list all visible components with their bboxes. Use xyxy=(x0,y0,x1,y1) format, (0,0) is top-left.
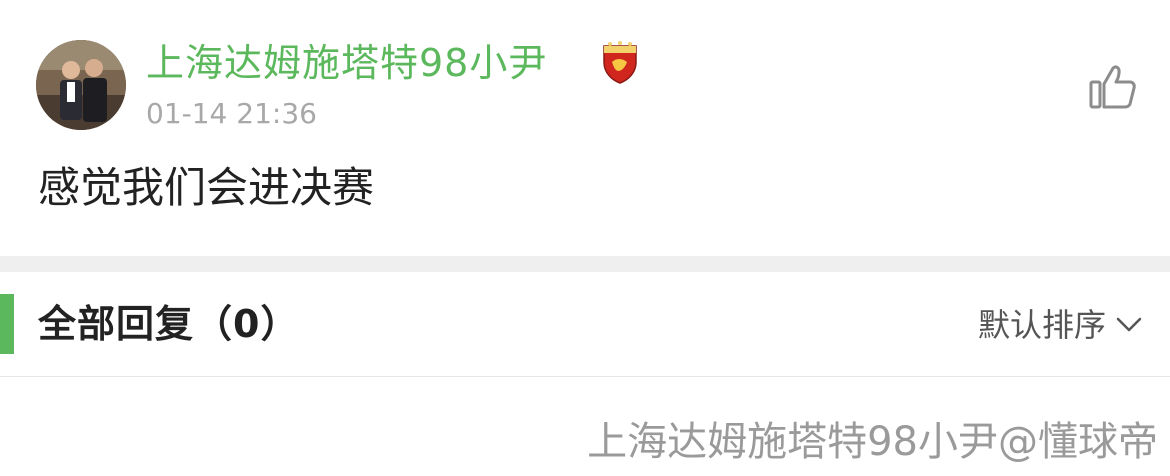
replies-title: 全部回复（0） xyxy=(38,302,300,346)
club-badge-icon xyxy=(600,40,640,84)
watermark-text: 上海达姆施塔特98小尹@懂球帝 xyxy=(587,419,1158,465)
chevron-down-icon[interactable] xyxy=(1114,312,1144,338)
comment-content: 感觉我们会进决赛 xyxy=(38,163,375,212)
sort-dropdown-label[interactable]: 默认排序 xyxy=(978,300,1106,350)
comment-card: 上海达姆施塔特98小尹 01-14 21:36 感觉我们会进决赛 xyxy=(0,0,1170,256)
username[interactable]: 上海达姆施塔特98小尹 xyxy=(146,38,547,88)
avatar-photo xyxy=(36,40,126,130)
section-accent-bar xyxy=(0,294,14,354)
like-button[interactable] xyxy=(1086,60,1140,114)
replies-header: 全部回复（0） 默认排序 xyxy=(0,272,1170,376)
post-timestamp: 01-14 21:36 xyxy=(146,97,317,130)
divider-line xyxy=(0,376,1170,377)
section-divider xyxy=(0,256,1170,272)
user-avatar[interactable] xyxy=(36,40,126,130)
thumbs-up-icon xyxy=(1089,65,1136,109)
